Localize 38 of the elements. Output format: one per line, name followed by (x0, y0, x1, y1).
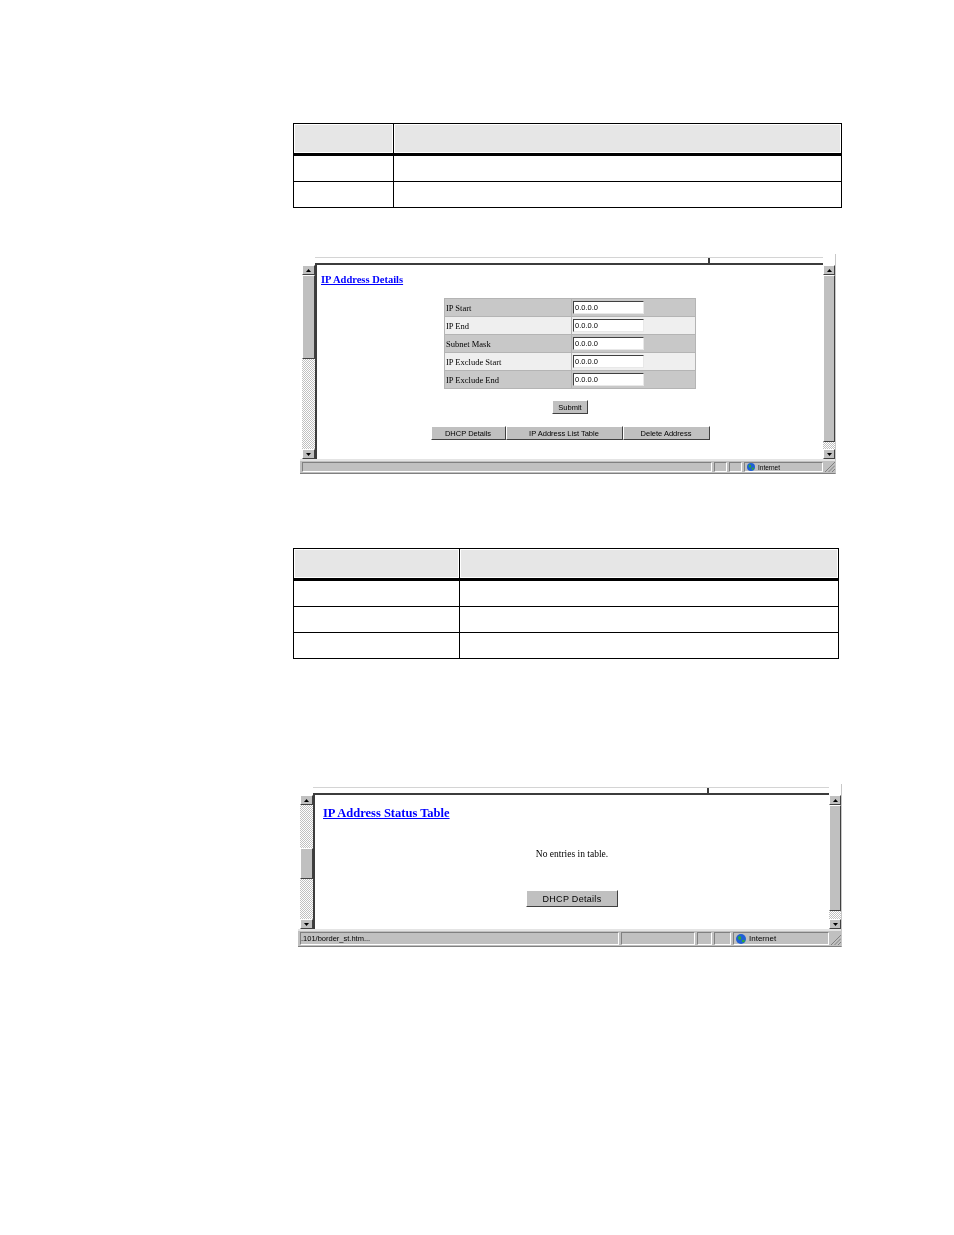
scroll-down-button[interactable] (829, 919, 841, 929)
field-label: IP Exclude Start (444, 352, 572, 371)
scrollbar-thumb[interactable] (300, 848, 313, 879)
field-label: IP End (444, 316, 572, 335)
status-pane (697, 932, 712, 945)
scroll-down-button[interactable] (300, 919, 313, 929)
up-arrow-icon (826, 268, 832, 272)
up-arrow-icon (306, 268, 311, 272)
field-label: Subnet Mask (444, 334, 572, 353)
scroll-up-button[interactable] (829, 795, 841, 805)
up-arrow-icon (832, 798, 838, 802)
scroll-up-button[interactable] (300, 795, 313, 805)
down-arrow-icon (306, 452, 311, 456)
globe-icon (736, 933, 746, 944)
frame-splitter-mark (707, 788, 709, 793)
field-label: IP Exclude End (444, 370, 572, 389)
frame-splitter-mark (708, 258, 710, 263)
scroll-down-button[interactable] (823, 449, 835, 459)
down-arrow-icon (304, 922, 309, 926)
scrollbar-thumb[interactable] (302, 275, 315, 359)
status-pane (714, 462, 727, 472)
scroll-up-button[interactable] (302, 265, 315, 275)
field-label: IP Start (444, 298, 572, 317)
dhcp-details-button[interactable]: DHCP Details (526, 890, 618, 907)
scroll-down-button[interactable] (302, 449, 315, 459)
scroll-up-button[interactable] (823, 265, 835, 275)
page-title-link[interactable]: IP Address Details (321, 274, 404, 286)
zone-label: Internet (749, 934, 777, 943)
page-title-link[interactable]: IP Address Status Table (323, 806, 450, 821)
down-arrow-icon (832, 922, 838, 926)
resize-grip-icon[interactable] (831, 935, 841, 945)
status-pane (729, 462, 742, 472)
empty-table-message: No entries in table. (535, 848, 609, 860)
status-pane (714, 932, 731, 945)
down-arrow-icon (826, 452, 832, 456)
globe-icon (747, 463, 755, 471)
up-arrow-icon (304, 798, 309, 802)
resize-grip-icon[interactable] (825, 462, 835, 472)
